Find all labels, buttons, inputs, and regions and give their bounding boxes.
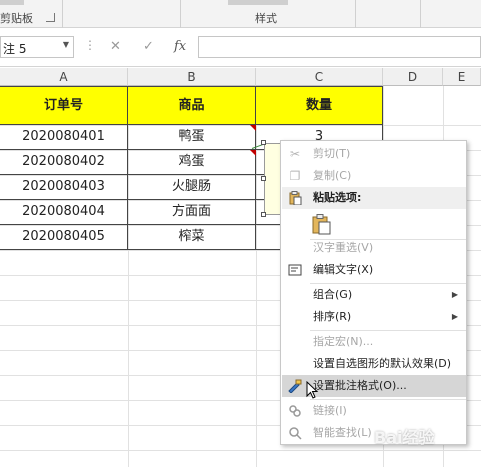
ribbon: 剪贴板 样式 bbox=[0, 0, 481, 28]
menu-item-copy[interactable]: ❐ 复制(C) bbox=[282, 165, 466, 187]
menu-item-label: 编辑文字(X) bbox=[313, 263, 374, 276]
format-comment-icon bbox=[288, 379, 302, 394]
menu-item-paste-options[interactable]: 粘贴选项: bbox=[282, 187, 466, 209]
column-header-c[interactable]: C bbox=[256, 68, 383, 86]
menu-item-set-default-shape[interactable]: 设置自选图形的默认效果(D) bbox=[282, 353, 466, 375]
chevron-right-icon: ▶ bbox=[451, 290, 458, 299]
paste-icon bbox=[288, 191, 302, 206]
cell-order-id[interactable]: 2020080402 bbox=[0, 150, 128, 175]
cancel-icon[interactable]: ✕ bbox=[110, 39, 121, 54]
cell-order-id[interactable]: 2020080404 bbox=[0, 200, 128, 225]
column-header-e[interactable]: E bbox=[443, 68, 481, 86]
enter-icon[interactable]: ✓ bbox=[143, 39, 154, 54]
ribbon-separator bbox=[355, 0, 356, 28]
formula-bar: 注 5 ▼ ⋮ ✕ ✓ fx bbox=[0, 29, 481, 67]
ribbon-separator bbox=[180, 0, 181, 28]
cell-product[interactable]: 火腿肠 bbox=[128, 175, 256, 200]
comment-indicator-icon bbox=[250, 125, 256, 131]
menu-item-label: 链接(I) bbox=[313, 404, 347, 417]
menu-item-label: 复制(C) bbox=[313, 169, 352, 182]
comment-indicator-icon bbox=[250, 150, 256, 156]
search-icon bbox=[288, 426, 302, 440]
mouse-pointer-icon bbox=[306, 380, 320, 399]
watermark-logo: Bai经验 bbox=[374, 428, 435, 447]
menu-item-label: 剪切(T) bbox=[313, 147, 351, 160]
cell-product[interactable]: 榨菜 bbox=[128, 225, 256, 250]
name-box[interactable]: 注 5 ▼ bbox=[0, 36, 74, 58]
resize-handle[interactable] bbox=[261, 212, 266, 217]
column-header-d[interactable]: D bbox=[383, 68, 443, 86]
cell-product[interactable]: 方面面 bbox=[128, 200, 256, 225]
ribbon-top-edge bbox=[228, 0, 288, 5]
insert-function-button[interactable]: fx bbox=[174, 39, 186, 54]
resize-handle[interactable] bbox=[261, 140, 266, 145]
ribbon-top-edge bbox=[0, 0, 24, 5]
resize-handle[interactable] bbox=[261, 176, 266, 181]
menu-item-label: 指定宏(N)... bbox=[313, 335, 374, 348]
clipboard-dialog-launcher-icon[interactable] bbox=[46, 13, 55, 22]
context-menu: ✂ 剪切(T) ❐ 复制(C) 粘贴选项: 汉字重选(V) 编辑文字(X) 组合… bbox=[280, 140, 467, 445]
copy-icon: ❐ bbox=[289, 169, 301, 183]
cell-order-id[interactable]: 2020080401 bbox=[0, 125, 128, 150]
menu-item-label: 汉字重选(V) bbox=[313, 241, 374, 254]
menu-item-label: 设置自选图形的默认效果(D) bbox=[313, 357, 452, 370]
menu-item-label: 设置批注格式(O)... bbox=[313, 379, 407, 392]
formula-input[interactable] bbox=[198, 36, 481, 58]
edit-text-icon bbox=[288, 263, 302, 277]
clipboard-group-label: 剪贴板 bbox=[0, 12, 33, 25]
cell-order-id[interactable]: 2020080405 bbox=[0, 225, 128, 250]
column-header-a[interactable]: A bbox=[0, 68, 128, 86]
cell-product[interactable]: 鸭蛋 bbox=[128, 125, 256, 150]
menu-item-label: 组合(G) bbox=[313, 288, 353, 301]
header-cell-product[interactable]: 商品 bbox=[128, 86, 256, 125]
menu-item-assign-macro[interactable]: 指定宏(N)... bbox=[282, 331, 466, 353]
menu-item-group[interactable]: 组合(G) ▶ bbox=[282, 284, 466, 306]
column-header-b[interactable]: B bbox=[128, 68, 256, 86]
header-cell-quantity[interactable]: 数量 bbox=[256, 86, 383, 125]
chevron-right-icon: ▶ bbox=[451, 312, 458, 321]
menu-item-cut[interactable]: ✂ 剪切(T) bbox=[282, 143, 466, 165]
menu-item-order[interactable]: 排序(R) ▶ bbox=[282, 306, 466, 328]
menu-item-edit-text[interactable]: 编辑文字(X) bbox=[282, 259, 466, 281]
ribbon-separator bbox=[62, 0, 63, 28]
name-box-value: 注 5 bbox=[3, 42, 27, 56]
styles-group-label: 样式 bbox=[255, 12, 277, 25]
cell-order-id[interactable]: 2020080403 bbox=[0, 175, 128, 200]
paste-clipboard-icon[interactable] bbox=[310, 213, 332, 235]
chevron-down-icon[interactable]: ▼ bbox=[63, 40, 69, 49]
scissors-icon: ✂ bbox=[289, 147, 301, 161]
menu-item-reconvert[interactable]: 汉字重选(V) bbox=[282, 237, 466, 259]
menu-item-link[interactable]: 链接(I) bbox=[282, 400, 466, 422]
link-icon bbox=[288, 404, 302, 418]
header-cell-order-id[interactable]: 订单号 bbox=[0, 86, 128, 125]
menu-item-label: 智能查找(L) bbox=[313, 426, 372, 439]
cell-product[interactable]: 鸡蛋 bbox=[128, 150, 256, 175]
drag-handle-icon[interactable]: ⋮ bbox=[84, 38, 96, 52]
menu-item-label: 排序(R) bbox=[313, 310, 352, 323]
menu-item-label: 粘贴选项: bbox=[313, 191, 362, 204]
ribbon-separator bbox=[420, 0, 421, 28]
